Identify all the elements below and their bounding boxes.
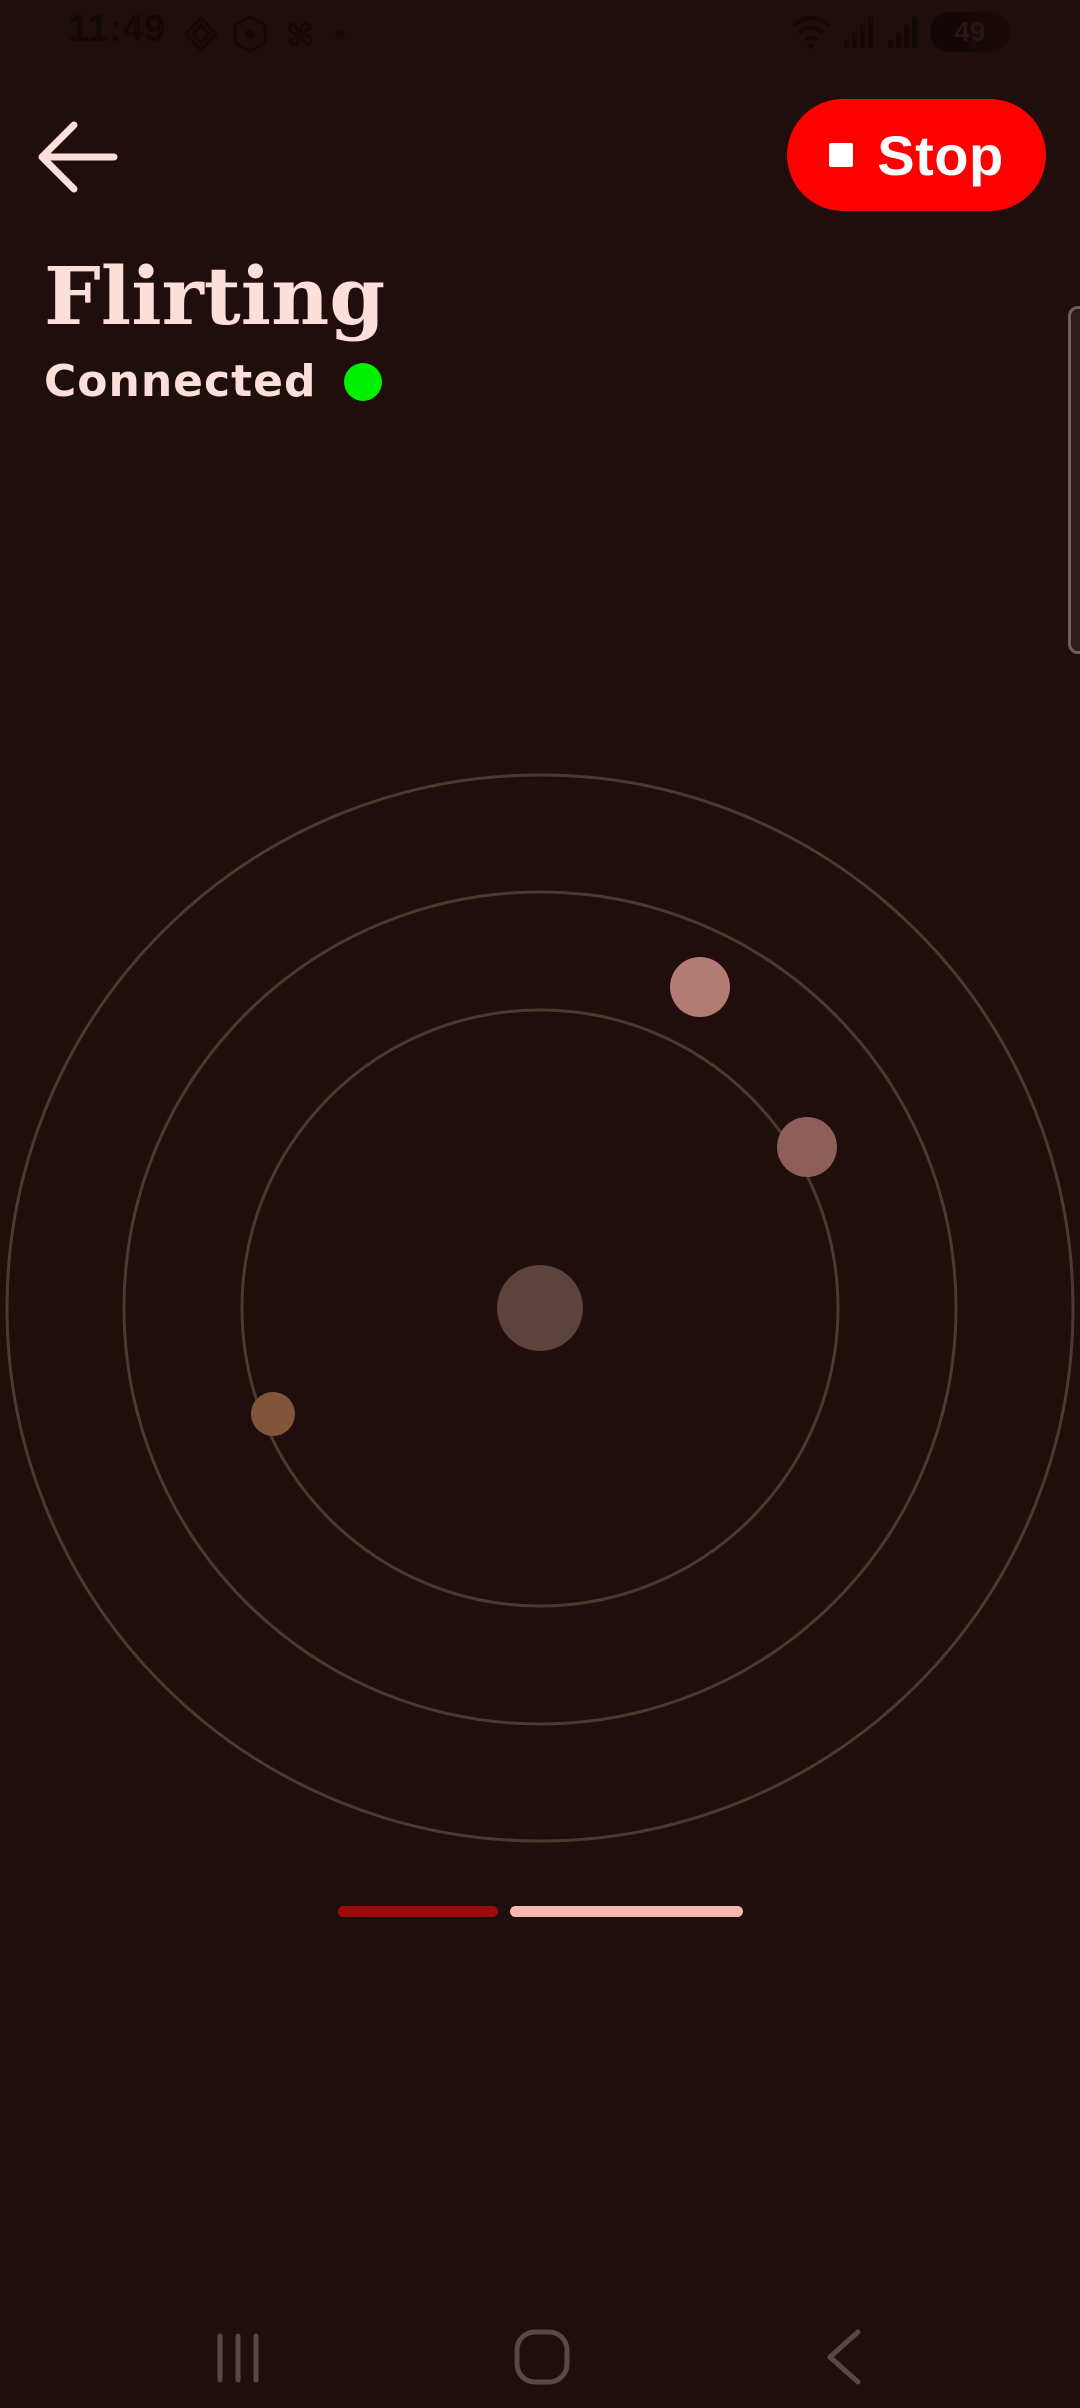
page-indicator-segment-2[interactable] bbox=[510, 1906, 743, 1917]
stop-square-icon bbox=[829, 143, 854, 167]
back-chevron-icon bbox=[827, 2329, 861, 2385]
arrow-left-icon bbox=[38, 121, 118, 193]
side-scroll-handle[interactable] bbox=[1068, 306, 1080, 654]
page-indicator-segment-1[interactable] bbox=[338, 1906, 498, 1917]
connection-status-dot bbox=[344, 362, 383, 401]
radar-center bbox=[497, 1265, 583, 1351]
status-icons-left bbox=[182, 14, 350, 54]
status-bar: 11:49 49 bbox=[0, 0, 1080, 68]
page-indicator bbox=[0, 1906, 1080, 1918]
radar-dot-amber[interactable] bbox=[251, 1392, 295, 1436]
radar-dot-mauve[interactable] bbox=[777, 1117, 837, 1177]
wifi-icon bbox=[791, 16, 831, 49]
home-icon bbox=[514, 2329, 570, 2385]
status-icons-right: 49 bbox=[790, 12, 1010, 52]
back-button[interactable] bbox=[34, 112, 124, 202]
system-nav-bar bbox=[0, 2300, 1080, 2408]
home-button[interactable] bbox=[502, 2316, 582, 2396]
cube-outline-icon bbox=[183, 15, 219, 53]
battery-icon: 49 bbox=[930, 12, 1010, 52]
fan-hex-icon bbox=[233, 15, 267, 53]
page-title: Flirting bbox=[44, 249, 386, 343]
radar-dot-pink[interactable] bbox=[670, 957, 730, 1017]
connection-label: Connected bbox=[44, 356, 317, 407]
signal-bars-icon bbox=[888, 17, 917, 48]
radar-view bbox=[5, 773, 1075, 1843]
notification-dot-icon bbox=[335, 30, 345, 40]
system-back-button[interactable] bbox=[806, 2316, 886, 2396]
status-time: 11:49 bbox=[68, 8, 166, 50]
stop-label: Stop bbox=[877, 123, 1004, 187]
signal-bars-icon bbox=[844, 17, 873, 48]
recent-apps-button[interactable] bbox=[200, 2316, 280, 2396]
connection-status: Connected bbox=[44, 356, 383, 407]
pinwheel-icon bbox=[287, 21, 313, 47]
stop-button[interactable]: Stop bbox=[787, 99, 1046, 211]
battery-level: 49 bbox=[954, 16, 986, 47]
recent-apps-icon bbox=[217, 2333, 259, 2383]
